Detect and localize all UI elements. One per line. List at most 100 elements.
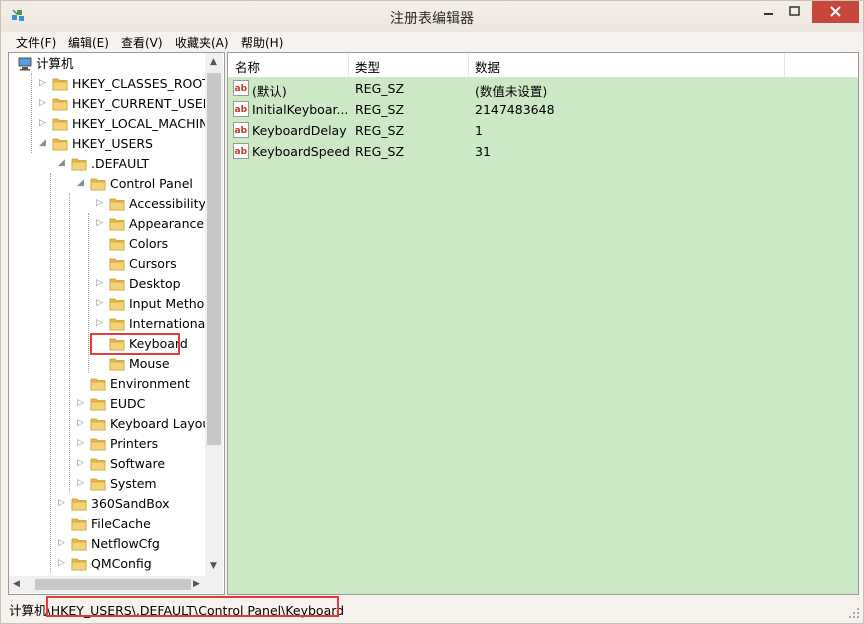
folder-icon: [90, 177, 106, 191]
close-button[interactable]: [812, 1, 859, 23]
expand-arrow-icon[interactable]: ▷: [38, 79, 47, 88]
expand-arrow-icon[interactable]: ▷: [76, 479, 85, 488]
column-divider[interactable]: [348, 53, 349, 77]
minimize-icon: [764, 13, 773, 15]
tree-node-default[interactable]: ◢ .DEFAULT: [9, 154, 205, 174]
expand-arrow-icon[interactable]: ▷: [95, 299, 104, 308]
collapse-arrow-icon[interactable]: ◢: [57, 159, 66, 168]
expand-arrow-icon[interactable]: ▷: [76, 439, 85, 448]
title-bar[interactable]: 注册表编辑器: [1, 1, 863, 32]
tree-node-mouse[interactable]: Mouse: [9, 354, 205, 374]
tree-node-qmconfig[interactable]: ▷ QMConfig: [9, 554, 205, 574]
column-header-type[interactable]: 类型: [355, 57, 380, 76]
tree-node-hive[interactable]: ▷ HKEY_CLASSES_ROOT: [9, 74, 205, 94]
expand-arrow-icon[interactable]: ▷: [95, 199, 104, 208]
tree-node-computer[interactable]: 计算机: [9, 54, 205, 74]
tree-node-label: FileCache: [91, 516, 151, 531]
expand-arrow-icon[interactable]: ▷: [95, 219, 104, 228]
expand-arrow-icon[interactable]: ▷: [38, 99, 47, 108]
scroll-up-arrow-icon[interactable]: ▲: [210, 57, 217, 67]
value-row[interactable]: ab InitialKeyboar... REG_SZ 2147483648: [228, 99, 858, 120]
tree-node-software[interactable]: ▷ Software: [9, 454, 205, 474]
expand-arrow-icon[interactable]: ▷: [76, 459, 85, 468]
tree-node-hive[interactable]: ◢ HKEY_USERS: [9, 134, 205, 154]
tree-node-label: System: [110, 476, 157, 491]
value-data: 1: [475, 123, 483, 138]
list-header: 名称 类型 数据: [228, 53, 858, 78]
tree-node-printers[interactable]: ▷ Printers: [9, 434, 205, 454]
column-divider[interactable]: [468, 53, 469, 77]
tree-node-colors[interactable]: Colors: [9, 234, 205, 254]
tree-node-accessibility[interactable]: ▷ Accessibility: [9, 194, 205, 214]
selected-key-highlight: [90, 333, 180, 355]
expand-arrow-icon[interactable]: ▷: [57, 499, 66, 508]
scroll-right-arrow-icon[interactable]: ▶: [193, 579, 200, 589]
expand-arrow-icon[interactable]: ▷: [57, 539, 66, 548]
status-path-highlight: [46, 596, 339, 617]
tree-node-international[interactable]: ▷ International: [9, 314, 205, 334]
collapse-arrow-icon[interactable]: ◢: [38, 139, 47, 148]
menu-file[interactable]: 文件(F): [16, 34, 56, 51]
resize-grip-icon[interactable]: [848, 607, 860, 619]
menu-edit[interactable]: 编辑(E): [68, 34, 109, 51]
tree-horizontal-scroll-thumb[interactable]: [35, 579, 191, 590]
tree-horizontal-scrollbar[interactable]: ◀ ▶: [9, 576, 205, 593]
tree-node-input-method[interactable]: ▷ Input Method: [9, 294, 205, 314]
minimize-button[interactable]: [755, 1, 781, 23]
tree-connector-line: [31, 73, 32, 153]
expand-arrow-icon[interactable]: ▷: [95, 319, 104, 328]
tree-node-label: Input Method: [129, 296, 205, 311]
value-row[interactable]: ab KeyboardSpeed REG_SZ 31: [228, 141, 858, 162]
tree-node-label: Printers: [110, 436, 159, 451]
key-tree[interactable]: 计算机 ▷ HKEY_CLASSES_ROOT ▷ HKEY_CURRENT_USER ▷…: [9, 53, 205, 576]
tree-node-cursors[interactable]: Cursors: [9, 254, 205, 274]
tree-connector-line: [50, 173, 51, 573]
scroll-left-arrow-icon[interactable]: ◀: [13, 579, 20, 589]
key-tree-pane[interactable]: 计算机 ▷ HKEY_CLASSES_ROOT ▷ HKEY_CURRENT_USER ▷…: [8, 52, 225, 595]
column-divider[interactable]: [784, 53, 785, 77]
menu-help[interactable]: 帮助(H): [241, 34, 283, 51]
folder-icon: [52, 137, 68, 151]
tree-node-label: International: [129, 316, 205, 331]
folder-icon: [71, 497, 87, 511]
tree-node-label: .DEFAULT: [91, 156, 150, 171]
tree-node-desktop[interactable]: ▷ Desktop: [9, 274, 205, 294]
tree-node-keyboard-layout[interactable]: ▷ Keyboard Layout: [9, 414, 205, 434]
maximize-button[interactable]: [781, 1, 807, 23]
tree-vertical-scroll-thumb[interactable]: [207, 73, 221, 445]
column-header-data[interactable]: 数据: [475, 57, 500, 76]
string-value-icon: ab: [233, 101, 249, 117]
collapse-arrow-icon[interactable]: ◢: [76, 179, 85, 188]
values-list-pane[interactable]: 名称 类型 数据 ab (默认) REG_SZ (数值未设置) ab InitialKey…: [227, 52, 859, 595]
expand-arrow-icon[interactable]: ▷: [57, 559, 66, 568]
tree-node-eudc[interactable]: ▷ EUDC: [9, 394, 205, 414]
tree-vertical-scrollbar[interactable]: ▲ ▼: [205, 53, 223, 576]
tree-node-system[interactable]: ▷ System: [9, 474, 205, 494]
folder-icon: [71, 537, 87, 551]
expand-arrow-icon[interactable]: ▷: [38, 119, 47, 128]
tree-node-360sandbox[interactable]: ▷ 360SandBox: [9, 494, 205, 514]
tree-node-environment[interactable]: Environment: [9, 374, 205, 394]
tree-node-label: HKEY_USERS: [72, 136, 153, 151]
tree-node-label: QMConfig: [91, 556, 152, 571]
tree-node-control-panel[interactable]: ◢ Control Panel: [9, 174, 205, 194]
tree-node-appearance[interactable]: ▷ Appearance: [9, 214, 205, 234]
column-header-name[interactable]: 名称: [235, 57, 260, 76]
folder-icon: [71, 157, 87, 171]
menu-view[interactable]: 查看(V): [121, 34, 163, 51]
value-row[interactable]: ab (默认) REG_SZ (数值未设置): [228, 78, 858, 99]
menu-favorites[interactable]: 收藏夹(A): [175, 34, 229, 51]
tree-node-netflowcfg[interactable]: ▷ NetflowCfg: [9, 534, 205, 554]
svg-text:ab: ab: [235, 105, 248, 115]
expand-arrow-icon[interactable]: ▷: [76, 399, 85, 408]
status-bar: 计算机\HKEY_USERS\.DEFAULT\Control Panel\Ke…: [1, 595, 863, 623]
folder-icon: [109, 257, 125, 271]
tree-node-hive[interactable]: ▷ HKEY_LOCAL_MACHINE: [9, 114, 205, 134]
tree-node-filecache[interactable]: FileCache: [9, 514, 205, 534]
expand-arrow-icon[interactable]: ▷: [76, 419, 85, 428]
scroll-down-arrow-icon[interactable]: ▼: [210, 561, 217, 571]
expand-arrow-icon[interactable]: ▷: [95, 279, 104, 288]
value-type: REG_SZ: [355, 123, 405, 138]
tree-node-hive[interactable]: ▷ HKEY_CURRENT_USER: [9, 94, 205, 114]
value-row[interactable]: ab KeyboardDelay REG_SZ 1: [228, 120, 858, 141]
